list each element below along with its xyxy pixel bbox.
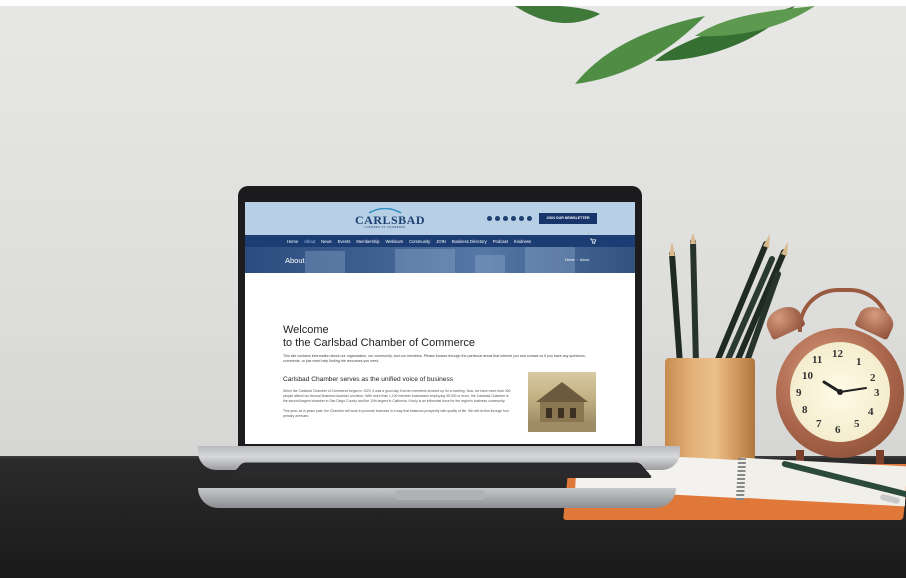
breadcrumb: Home › About bbox=[565, 258, 590, 262]
clock-hands bbox=[822, 380, 867, 395]
main-nav: Home About News Events Membership Webina… bbox=[245, 235, 635, 247]
breadcrumb-home[interactable]: Home bbox=[565, 258, 575, 262]
chamber-logo[interactable]: CARLSBAD CHAMBER OF COMMERCE bbox=[355, 208, 426, 230]
intro-text: This site contains information about our… bbox=[283, 354, 586, 363]
clock-face: 12 1 2 3 4 5 6 7 8 9 10 11 bbox=[790, 342, 890, 442]
nav-item-news[interactable]: News bbox=[321, 239, 331, 244]
newsletter-button[interactable]: JOIN OUR NEWSLETTER bbox=[539, 213, 597, 224]
nav-item-events[interactable]: Events bbox=[338, 239, 351, 244]
cart-icon[interactable] bbox=[590, 238, 596, 244]
plant-leaves bbox=[515, 6, 815, 84]
site-header: CARLSBAD CHAMBER OF COMMERCE JOIN OUR NE… bbox=[245, 202, 635, 235]
twitter-icon[interactable] bbox=[495, 216, 500, 221]
breadcrumb-current: About bbox=[579, 258, 590, 262]
laptop-trackpad bbox=[395, 490, 485, 500]
nav-item-webinars[interactable]: Webinars bbox=[385, 239, 403, 244]
nav-item-business-directory[interactable]: Business Directory bbox=[452, 239, 487, 244]
page-banner: About Home › About bbox=[245, 247, 635, 273]
laptop-screen: CARLSBAD CHAMBER OF COMMERCE JOIN OUR NE… bbox=[245, 202, 635, 444]
photo-scene: 12 1 2 3 4 5 6 7 8 9 10 11 CARLSBAD CHAM… bbox=[0, 6, 906, 578]
youtube-icon[interactable] bbox=[511, 216, 516, 221]
linkedin-icon[interactable] bbox=[519, 216, 524, 221]
nav-item-kindness[interactable]: Kindness bbox=[514, 239, 531, 244]
podcast-icon[interactable] bbox=[527, 216, 532, 221]
nav-item-membership[interactable]: Membership bbox=[356, 239, 379, 244]
nav-item-about[interactable]: About bbox=[304, 239, 315, 244]
depot-building-icon bbox=[528, 382, 596, 432]
nav-item-community[interactable]: Community bbox=[409, 239, 430, 244]
logo-name: CARLSBAD bbox=[355, 213, 426, 227]
heading-line-2: to the Carlsbad Chamber of Commerce bbox=[283, 337, 475, 349]
social-icons bbox=[487, 216, 532, 221]
laptop-keyboard bbox=[229, 462, 653, 478]
heading-line-1: Welcome bbox=[283, 324, 329, 336]
nav-item-podcast[interactable]: Podcast bbox=[493, 239, 508, 244]
nav-item-home[interactable]: Home bbox=[287, 239, 298, 244]
depot-photo bbox=[528, 372, 596, 432]
instagram-icon[interactable] bbox=[503, 216, 508, 221]
mission-paragraph: This year, as in years past, the Chamber… bbox=[283, 409, 509, 418]
facebook-icon[interactable] bbox=[487, 216, 492, 221]
welcome-heading: Welcome to the Carlsbad Chamber of Comme… bbox=[283, 324, 603, 350]
page-title: About bbox=[285, 256, 305, 265]
clock-leg bbox=[876, 450, 884, 464]
nav-item-join[interactable]: JOIN bbox=[436, 239, 446, 244]
history-paragraph: When the Carlsbad Chamber of Commerce be… bbox=[283, 389, 511, 403]
pencils bbox=[669, 234, 788, 367]
